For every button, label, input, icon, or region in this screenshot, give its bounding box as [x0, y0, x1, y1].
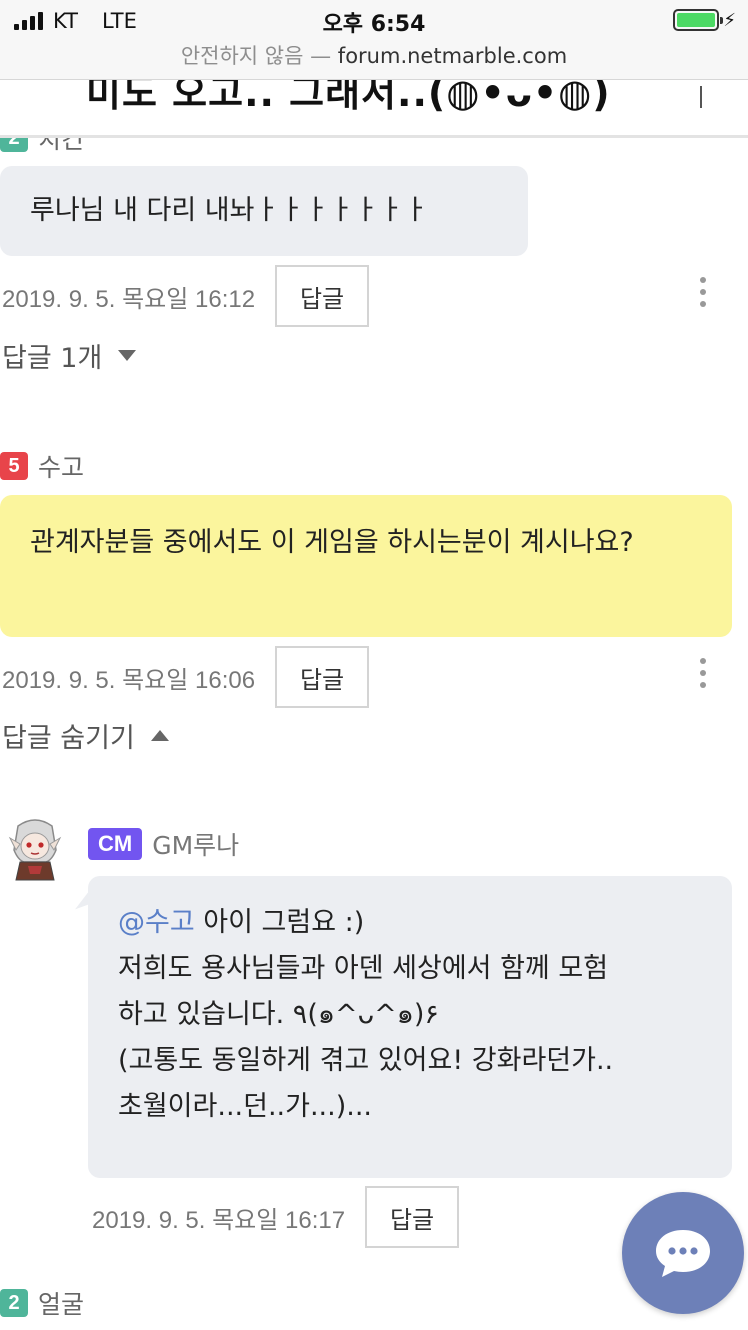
security-warning: 안전하지 않음 —: [180, 44, 332, 68]
ios-status-bar: KT LTE 오후 6:54 ⚡ 안전하지 않음 — forum.netmarb…: [0, 0, 748, 80]
comment-meta: 2019. 9. 5. 목요일 16:12 답글: [2, 265, 370, 327]
comment-text: 루나님 내 다리 내놔ㅏㅏㅏㅏㅏㅏㅏ: [30, 195, 429, 226]
post-title: 미도 오고.. 그래서..(◍•ᴗ•◍): [86, 80, 611, 115]
gm-avatar-illustration: [8, 819, 62, 881]
charging-icon: ⚡: [723, 9, 736, 31]
reply-line: @수고 아이 그럼요 :): [118, 900, 702, 946]
chat-icon: [656, 1230, 710, 1277]
status-time: 오후 6:54: [322, 12, 426, 37]
reply-text: 아이 그럼요 :): [194, 907, 365, 938]
reply-bubble: @수고 아이 그럼요 :) 저희도 용사님들과 아덴 세상에서 함께 모험 하고…: [88, 876, 732, 1178]
comment-bubble-highlighted: 관계자분들 중에서도 이 게임을 하시는분이 계시나요?: [0, 495, 732, 637]
reply-line: (고통도 동일하게 겪고 있어요! 강화라던가..: [118, 1045, 614, 1076]
reply-date: 2019. 9. 5. 목요일 16:17: [92, 1206, 346, 1234]
comment-date: 2019. 9. 5. 목요일 16:12: [2, 285, 256, 313]
reply-button[interactable]: 답글: [365, 1186, 460, 1248]
comment-author-row: 5 수고: [0, 448, 84, 484]
reply-meta: 2019. 9. 5. 목요일 16:17 답글: [92, 1186, 460, 1248]
comment-list: 2 치킨 루나님 내 다리 내놔ㅏㅏㅏㅏㅏㅏㅏ 2019. 9. 5. 목요일 …: [0, 0, 748, 1330]
reply-line: 초월이라...던..가...)...: [118, 1091, 372, 1122]
author-name: 얼굴: [38, 1290, 85, 1319]
replies-toggle[interactable]: 답글 1개: [2, 336, 137, 375]
comment-meta: 2019. 9. 5. 목요일 16:06 답글: [2, 646, 370, 708]
post-title-strip: 미도 오고.. 그래서..(◍•ᴗ•◍): [0, 80, 748, 138]
mention-link[interactable]: @수고: [118, 907, 195, 938]
reply-button[interactable]: 답글: [275, 646, 370, 708]
chat-fab-button[interactable]: [622, 1192, 744, 1314]
comment-text: 관계자분들 중에서도 이 게임을 하시는분이 계시나요?: [30, 527, 634, 558]
reply-author-row: CM GM루나: [88, 826, 239, 862]
address-bar[interactable]: 안전하지 않음 — forum.netmarble.com: [0, 40, 748, 70]
avatar[interactable]: [6, 816, 64, 884]
comment-date: 2019. 9. 5. 목요일 16:06: [2, 666, 256, 694]
author-name: 수고: [38, 453, 85, 482]
reply-line: 하고 있습니다. ٩(๑^ᴗ^๑)۶: [118, 999, 439, 1030]
comment-bubble: 루나님 내 다리 내놔ㅏㅏㅏㅏㅏㅏㅏ: [0, 166, 528, 256]
caret-up-icon: [150, 730, 169, 741]
status-right: ⚡: [673, 9, 736, 31]
kebab-menu-icon[interactable]: [698, 658, 708, 688]
comment-author-row: 2 얼굴: [0, 1285, 84, 1321]
reply-line: 저희도 용사님들과 아덴 세상에서 함께 모험: [118, 953, 609, 984]
caret-down-icon: [118, 350, 137, 361]
reply-button[interactable]: 답글: [275, 265, 370, 327]
battery-icon: [673, 9, 724, 31]
author-name: GM루나: [152, 831, 240, 860]
replies-toggle-label: 답글 1개: [2, 343, 103, 374]
url-domain: forum.netmarble.com: [337, 44, 568, 68]
replies-toggle[interactable]: 답글 숨기기: [2, 716, 169, 755]
replies-toggle-label: 답글 숨기기: [2, 723, 135, 754]
cm-badge: CM: [88, 828, 143, 860]
level-badge: 5: [0, 452, 28, 480]
level-badge: 2: [0, 1289, 28, 1317]
kebab-menu-icon[interactable]: [698, 277, 708, 307]
title-divider: [700, 86, 702, 108]
